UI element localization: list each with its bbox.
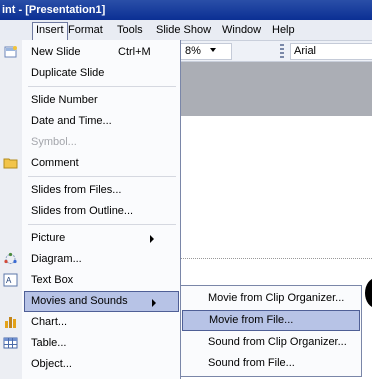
zoom-combo[interactable]: 8% bbox=[180, 43, 232, 60]
font-name: Arial bbox=[294, 45, 317, 57]
menu-item-diagram[interactable]: Diagram... bbox=[0, 249, 180, 270]
submenu-item-movie-from-file[interactable]: Movie from File... bbox=[182, 310, 360, 331]
window-title-bar: int - [Presentation1] bbox=[0, 0, 372, 20]
submenu-item-sound-from-clip-organizer[interactable]: Sound from Clip Organizer... bbox=[181, 332, 361, 353]
menu-help[interactable]: Help bbox=[272, 23, 295, 37]
menu-item-comment[interactable]: Comment bbox=[0, 153, 180, 174]
menu-item-picture[interactable]: Picture bbox=[0, 228, 180, 249]
formatting-toolbar: 8% Arial bbox=[180, 41, 372, 62]
table-icon bbox=[3, 337, 18, 349]
chart-icon bbox=[5, 317, 16, 328]
task-area-background bbox=[180, 62, 372, 116]
menu-item-slide-number[interactable]: Slide Number bbox=[0, 90, 180, 111]
menu-separator bbox=[28, 86, 176, 87]
menu-separator bbox=[28, 224, 176, 225]
diagram-icon bbox=[4, 252, 17, 264]
menu-format[interactable]: Format bbox=[68, 23, 103, 37]
window-title: int - [Presentation1] bbox=[2, 4, 106, 16]
menu-item-text-box[interactable]: A Text Box bbox=[0, 270, 180, 291]
submenu-item-sound-from-file[interactable]: Sound from File... bbox=[181, 353, 361, 374]
submenu-arrow-icon bbox=[150, 235, 154, 243]
toolbar-grip-icon[interactable] bbox=[280, 44, 284, 58]
font-combo[interactable]: Arial bbox=[290, 43, 372, 60]
menu-item-slides-from-files[interactable]: Slides from Files... bbox=[0, 180, 180, 201]
submenu-arrow-icon bbox=[152, 299, 156, 307]
menu-item-duplicate-slide[interactable]: Duplicate Slide bbox=[0, 63, 180, 84]
menu-tools[interactable]: Tools bbox=[117, 23, 143, 37]
menu-item-table[interactable]: Table... bbox=[0, 333, 180, 354]
menu-item-new-slide[interactable]: New Slide Ctrl+M bbox=[0, 42, 180, 63]
movies-and-sounds-submenu: Movie from Clip Organizer... Movie from … bbox=[180, 285, 362, 377]
zoom-dropdown-arrow-icon[interactable] bbox=[210, 48, 216, 52]
menu-item-date-time[interactable]: Date and Time... bbox=[0, 111, 180, 132]
menu-window[interactable]: Window bbox=[222, 23, 261, 37]
svg-text:A: A bbox=[6, 276, 12, 285]
zoom-value: 8% bbox=[185, 45, 201, 57]
menu-item-object[interactable]: Object... bbox=[0, 354, 180, 375]
menu-item-symbol: Symbol... bbox=[31, 136, 77, 148]
menu-bar: Insert Format Tools Slide Show Window He… bbox=[0, 20, 372, 41]
placeholder-border bbox=[180, 258, 372, 259]
menu-slide-show[interactable]: Slide Show bbox=[156, 23, 211, 37]
menu-item-movies-and-sounds[interactable]: Movies and Sounds bbox=[24, 291, 179, 312]
insert-menu: New Slide Ctrl+M Duplicate Slide Slide N… bbox=[0, 40, 181, 379]
menu-separator bbox=[28, 176, 176, 177]
submenu-item-movie-from-clip-organizer[interactable]: Movie from Clip Organizer... bbox=[181, 288, 361, 309]
text-box-icon: A bbox=[3, 273, 18, 287]
new-slide-icon bbox=[4, 46, 17, 58]
menu-item-chart[interactable]: Chart... bbox=[0, 312, 180, 333]
menu-item-slides-from-outline[interactable]: Slides from Outline... bbox=[0, 201, 180, 222]
menu-insert[interactable]: Insert bbox=[32, 22, 68, 41]
comment-icon bbox=[3, 158, 18, 169]
